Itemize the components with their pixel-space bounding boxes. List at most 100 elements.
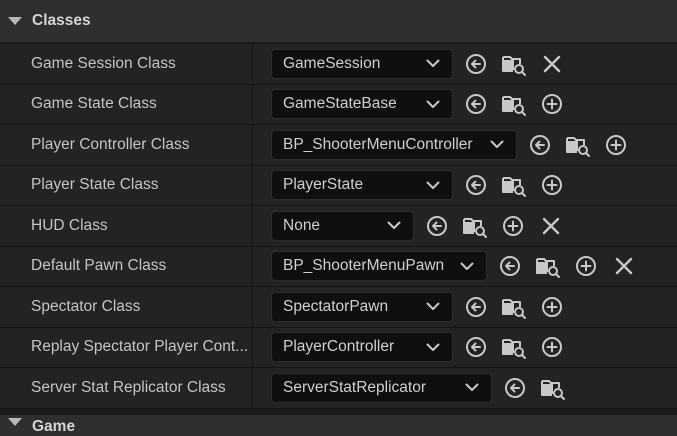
property-row: Spectator Class SpectatorPawn — [0, 287, 677, 328]
add-button[interactable] — [537, 89, 567, 119]
class-picker-dropdown[interactable]: BP_ShooterMenuPawn — [271, 251, 487, 282]
chevron-down-icon — [426, 300, 440, 314]
selected-class: None — [283, 216, 321, 234]
property-label: Default Pawn Class — [31, 257, 167, 275]
triangle-down-icon — [8, 418, 22, 426]
class-picker-dropdown[interactable]: None — [271, 210, 414, 241]
use-selected-button[interactable] — [461, 292, 491, 322]
close-icon — [614, 256, 634, 276]
class-picker-dropdown[interactable]: ServerStatReplicator — [271, 372, 492, 403]
selected-class: PlayerController — [283, 338, 395, 356]
clear-button[interactable] — [536, 211, 566, 241]
use-selected-button[interactable] — [461, 89, 491, 119]
class-picker-dropdown[interactable]: GameSession — [271, 48, 453, 79]
arrow-left-circle-icon — [465, 336, 487, 358]
browse-button[interactable] — [533, 251, 563, 281]
folder-search-icon — [535, 254, 561, 279]
property-row: Game State Class GameStateBase — [0, 84, 677, 125]
property-label: Server Stat Replicator Class — [31, 378, 226, 396]
property-value: None — [253, 206, 566, 246]
property-label: Game Session Class — [31, 54, 176, 72]
chevron-down-icon — [465, 381, 479, 395]
use-selected-button[interactable] — [422, 211, 452, 241]
property-row: Player Controller Class BP_ShooterMenuCon… — [0, 125, 677, 166]
property-label: Player Controller Class — [31, 135, 190, 153]
property-row: Default Pawn Class BP_ShooterMenuPawn — [0, 246, 677, 287]
selected-class: GameSession — [283, 54, 381, 72]
add-button[interactable] — [537, 332, 567, 362]
selected-class: GameStateBase — [283, 95, 397, 113]
browse-button[interactable] — [538, 373, 568, 403]
arrow-left-circle-icon — [465, 296, 487, 318]
arrow-left-circle-icon — [504, 377, 526, 399]
property-value: GameSession — [253, 44, 567, 84]
chevron-down-icon — [426, 178, 440, 192]
browse-button[interactable] — [499, 332, 529, 362]
use-selected-button[interactable] — [500, 373, 530, 403]
chevron-down-icon — [426, 57, 440, 71]
close-icon — [542, 54, 562, 74]
browse-button[interactable] — [499, 49, 529, 79]
plus-circle-icon — [541, 93, 563, 115]
close-icon — [541, 216, 561, 236]
plus-circle-icon — [541, 174, 563, 196]
property-value: GameStateBase — [253, 85, 567, 125]
plus-circle-icon — [541, 296, 563, 318]
add-button[interactable] — [498, 211, 528, 241]
section-title: Classes — [32, 12, 91, 29]
property-label: Game State Class — [31, 95, 157, 113]
arrow-left-circle-icon — [465, 93, 487, 115]
add-button[interactable] — [601, 130, 631, 160]
property-label: Replay Spectator Player Cont... — [31, 338, 249, 356]
folder-search-icon — [501, 173, 527, 198]
browse-button[interactable] — [499, 170, 529, 200]
chevron-down-icon — [426, 340, 440, 354]
property-row: HUD Class None — [0, 206, 677, 247]
class-picker-dropdown[interactable]: SpectatorPawn — [271, 291, 453, 322]
property-value: PlayerState — [253, 166, 567, 206]
use-selected-button[interactable] — [461, 170, 491, 200]
folder-search-icon — [501, 295, 527, 319]
browse-button[interactable] — [563, 130, 593, 160]
chevron-down-icon — [387, 219, 401, 233]
section-header-classes[interactable]: Classes — [0, 0, 677, 42]
plus-circle-icon — [575, 255, 597, 277]
class-picker-dropdown[interactable]: GameStateBase — [271, 89, 453, 120]
class-picker-dropdown[interactable]: PlayerState — [271, 170, 453, 201]
class-picker-dropdown[interactable]: BP_ShooterMenuController — [271, 129, 517, 160]
add-button[interactable] — [537, 292, 567, 322]
add-button[interactable] — [571, 251, 601, 281]
arrow-left-circle-icon — [465, 53, 487, 75]
arrow-left-circle-icon — [426, 215, 448, 237]
use-selected-button[interactable] — [461, 49, 491, 79]
property-value: BP_ShooterMenuPawn — [253, 247, 639, 287]
selected-class: PlayerState — [283, 176, 364, 194]
browse-button[interactable] — [499, 89, 529, 119]
classes-property-list: Game Session Class GameSession Game State … — [0, 44, 677, 409]
folder-search-icon — [540, 376, 566, 400]
property-value: ServerStatReplicator — [253, 368, 568, 408]
use-selected-button[interactable] — [495, 251, 525, 281]
selected-class: SpectatorPawn — [283, 297, 389, 315]
use-selected-button[interactable] — [525, 130, 555, 160]
triangle-down-icon — [8, 17, 22, 25]
add-button[interactable] — [537, 170, 567, 200]
property-value: BP_ShooterMenuController — [253, 125, 631, 165]
clear-button[interactable] — [609, 251, 639, 281]
plus-circle-icon — [541, 336, 563, 358]
folder-search-icon — [501, 52, 527, 76]
property-value: PlayerController — [253, 328, 567, 368]
folder-search-icon — [501, 335, 527, 360]
folder-search-icon — [462, 214, 488, 238]
use-selected-button[interactable] — [461, 332, 491, 362]
clear-button[interactable] — [537, 49, 567, 79]
class-picker-dropdown[interactable]: PlayerController — [271, 332, 453, 363]
property-row: Game Session Class GameSession — [0, 44, 677, 85]
browse-button[interactable] — [460, 211, 490, 241]
selected-class: BP_ShooterMenuPawn — [283, 257, 445, 275]
chevron-down-icon — [490, 138, 504, 152]
section-header-game[interactable]: Game — [0, 415, 677, 436]
browse-button[interactable] — [499, 292, 529, 322]
arrow-left-circle-icon — [499, 255, 521, 277]
plus-circle-icon — [605, 134, 627, 156]
